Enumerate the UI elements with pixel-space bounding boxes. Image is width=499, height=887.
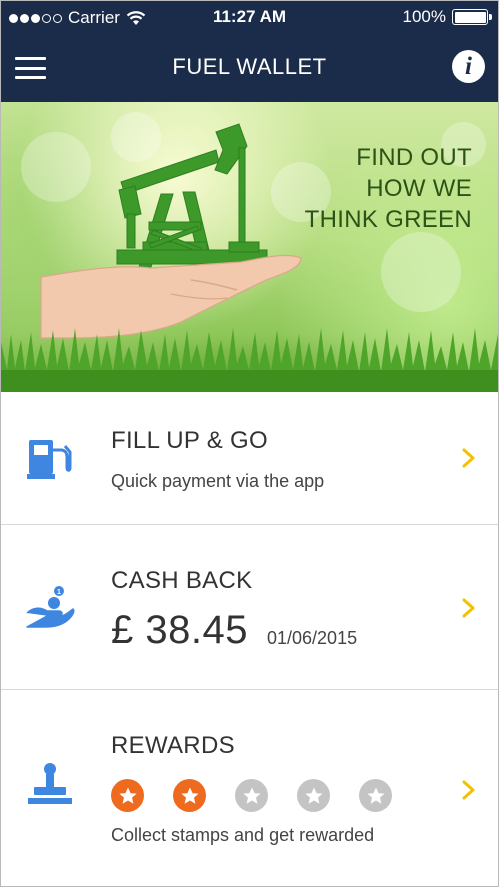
cash-back-title: CASH BACK bbox=[111, 567, 253, 594]
app-screen: Carrier 11:27 AM 100% FUEL WALLET i FIND… bbox=[0, 0, 499, 887]
top-bar: Carrier 11:27 AM 100% FUEL WALLET i bbox=[1, 1, 498, 102]
cash-back-amount: £ 38.45 bbox=[111, 608, 248, 652]
rewards-title: REWARDS bbox=[111, 732, 235, 759]
star-icon bbox=[242, 787, 261, 804]
app-title: FUEL WALLET bbox=[172, 54, 327, 79]
fill-up-subtitle: Quick payment via the app bbox=[111, 471, 325, 491]
battery-status: 100% bbox=[402, 7, 492, 27]
stamp-empty bbox=[297, 779, 330, 812]
star-icon bbox=[118, 787, 137, 804]
status-bar: Carrier 11:27 AM 100% bbox=[1, 1, 498, 35]
rewards-subtitle: Collect stamps and get rewarded bbox=[111, 825, 375, 845]
navigation-bar: FUEL WALLET i bbox=[1, 35, 498, 102]
hero-banner[interactable]: FIND OUT HOW WE THINK GREEN bbox=[1, 102, 498, 392]
hero-headline: FIND OUT HOW WE THINK GREEN bbox=[305, 142, 472, 235]
fuel-pump-icon bbox=[27, 440, 72, 479]
fill-up-title: FILL UP & GO bbox=[111, 427, 268, 454]
stamp-collected bbox=[111, 779, 144, 812]
fill-up-go-row[interactable]: FILL UP & GO Quick payment via the app bbox=[1, 392, 498, 525]
svg-text:1: 1 bbox=[57, 589, 61, 596]
battery-icon bbox=[452, 9, 492, 25]
rewards-row[interactable]: REWARDS Collect stamps and get rewarded bbox=[1, 690, 498, 886]
hero-line: FIND OUT bbox=[356, 144, 472, 171]
chevron-right-icon bbox=[462, 780, 475, 800]
stamp-empty bbox=[235, 779, 268, 812]
star-icon bbox=[304, 787, 323, 804]
cash-back-date: 01/06/2015 bbox=[267, 628, 358, 648]
cash-back-row[interactable]: 1 CASH BACK £ 38.45 01/06/2015 bbox=[1, 525, 498, 690]
battery-percent: 100% bbox=[402, 7, 446, 26]
stamp-icon bbox=[28, 763, 72, 804]
hand-coins-icon: 1 bbox=[26, 586, 75, 628]
chevron-right-icon bbox=[462, 598, 475, 618]
chevron-right-icon bbox=[462, 448, 475, 468]
stamp-empty bbox=[359, 779, 392, 812]
stamp-collected bbox=[173, 779, 206, 812]
star-icon bbox=[366, 787, 385, 804]
hero-line: THINK GREEN bbox=[304, 206, 472, 233]
info-icon[interactable]: i bbox=[452, 50, 485, 83]
stamp-card bbox=[111, 779, 392, 812]
star-icon bbox=[180, 787, 199, 804]
hero-line: HOW WE bbox=[366, 175, 472, 202]
